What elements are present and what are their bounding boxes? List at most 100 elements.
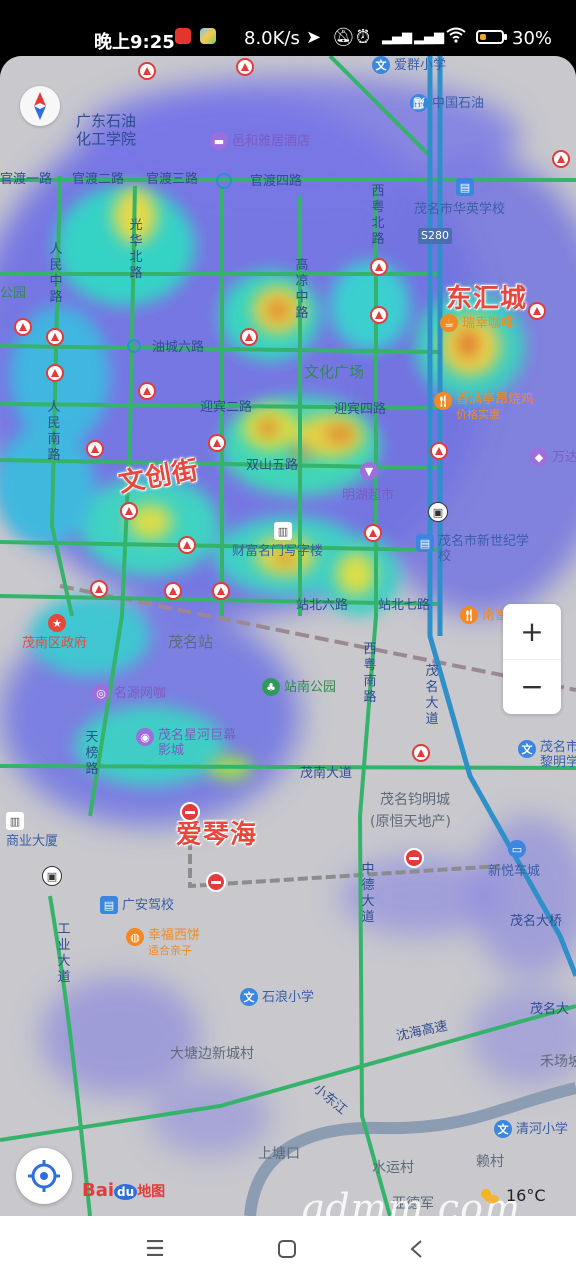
highway-shield: S280 [418, 228, 452, 244]
roadwork-icon[interactable] [430, 442, 448, 460]
poi-liming-school[interactable]: 文 茂名市黎明学 [518, 740, 576, 770]
government-icon: ★ [48, 614, 66, 632]
area-label: 公园 [0, 286, 27, 301]
poi-aigun-school[interactable]: 文 爱群小学 [372, 56, 446, 74]
cake-icon: ◍ [126, 928, 144, 946]
weather-widget[interactable]: 16°C [478, 1186, 546, 1205]
hotel-icon: ▬ [210, 132, 228, 150]
gamepad-icon: ◎ [92, 684, 110, 702]
poi-park[interactable]: ♣ 站南公园 [262, 678, 336, 696]
roadwork-icon[interactable] [552, 150, 570, 168]
school-icon: ▤ [416, 534, 434, 552]
roadwork-icon[interactable] [120, 502, 138, 520]
poi-label: (原恒天地产) [370, 814, 451, 830]
poi-label[interactable]: 明湖超市 [342, 488, 394, 504]
poi-label[interactable]: 茂名钧明城 [380, 792, 450, 808]
road-label: 中德大道 [361, 862, 375, 925]
area-label: 赖村 [476, 1154, 504, 1170]
hd-signal-icon: ▂▄▆ [382, 30, 412, 45]
area-label: 大塘边新城村 [170, 1046, 254, 1062]
poi-gov[interactable]: ★ 茂南区政府 [22, 614, 87, 651]
hotspot-label-donghui[interactable]: 东汇城 [446, 278, 527, 315]
back-icon[interactable] [402, 1234, 432, 1264]
no-entry-icon[interactable] [404, 848, 424, 868]
roadwork-icon[interactable] [14, 318, 32, 336]
restaurant-icon: 🍴︎ [434, 392, 452, 410]
compass-button[interactable] [20, 86, 60, 126]
poi-driving-school[interactable]: ▤ 广安驾校 [100, 896, 174, 914]
poi-century-school[interactable]: ▤ 茂名市新世纪学校 [416, 534, 534, 564]
poi-netcafe[interactable]: ◎ 名源网咖 [92, 684, 166, 702]
poi-office[interactable]: ▥ [274, 522, 292, 540]
home-icon[interactable] [272, 1234, 302, 1264]
roadwork-icon[interactable] [240, 328, 258, 346]
poi-minghu-mall[interactable]: ▼ [360, 462, 378, 480]
wifi-icon [446, 27, 466, 48]
roadwork-icon[interactable] [46, 364, 64, 382]
poi-label[interactable]: 茂名市华英学校 [414, 202, 505, 218]
area-label: 茂名站 [168, 633, 214, 651]
roadwork-icon[interactable] [178, 536, 196, 554]
road-label: 工业大道 [57, 922, 71, 985]
poi-sinopec[interactable]: ⛽︎ 中国石油 [410, 94, 484, 112]
poi-cinema[interactable]: ◉ 茂名星河巨幕影城 [136, 728, 244, 758]
building-icon: ▥ [274, 522, 292, 540]
poi-huaying-school[interactable]: ▤ [456, 178, 474, 196]
road-label: 光华北路 [129, 218, 143, 281]
area-label: 文化广场 [304, 363, 365, 381]
no-entry-icon[interactable] [180, 802, 200, 822]
poi-wanda[interactable]: ◆ 万达 [530, 448, 576, 466]
network-speed: 8.0K/s [244, 28, 300, 49]
road-label: 茂名大桥 [510, 914, 563, 929]
roadwork-icon[interactable] [164, 582, 182, 600]
school-icon: ▤ [456, 178, 474, 196]
battery-tip [504, 34, 507, 40]
mute-icon: 🔕︎ [332, 27, 355, 48]
roadwork-icon[interactable] [138, 62, 156, 80]
area-label: 水运村 [372, 1160, 414, 1176]
road-label: 官渡四路 [250, 174, 303, 189]
poi-label[interactable]: 新悦车城 [488, 864, 540, 880]
roadwork-icon[interactable] [370, 258, 388, 276]
roadwork-icon[interactable] [236, 58, 254, 76]
poi-nanyi[interactable]: 🍴︎ 南富 [460, 606, 508, 624]
zoom-out-button[interactable]: − [503, 659, 561, 714]
zoom-in-button[interactable]: + [503, 604, 561, 660]
roadwork-icon[interactable] [86, 440, 104, 458]
road-label: 迎宾四路 [334, 402, 387, 417]
hd-signal-icon: ▂▄▆ [414, 30, 444, 45]
roadwork-icon[interactable] [90, 580, 108, 598]
roadwork-icon[interactable] [208, 434, 226, 452]
roadwork-icon[interactable] [528, 302, 546, 320]
road-label: 茂南大道 [300, 766, 353, 781]
poi-business[interactable]: ▥ 商业大厦 [6, 812, 58, 849]
locate-button[interactable] [16, 1148, 72, 1204]
poi-bus-stop[interactable]: ▣ [428, 502, 448, 522]
roadwork-icon[interactable] [138, 382, 156, 400]
poi-qinghe-school[interactable]: 文 清河小学 [494, 1120, 568, 1138]
no-entry-icon[interactable] [206, 872, 226, 892]
road-label: 茂名大 [530, 1002, 570, 1017]
road-label: 官渡三路 [146, 172, 199, 187]
roadwork-icon[interactable] [370, 306, 388, 324]
poi-ruixing[interactable]: ☕︎ 瑞幸咖啡 [440, 314, 514, 332]
poi-bakery[interactable]: ◍ 幸福西饼 适合亲子 [126, 928, 200, 958]
road-label: 天榜路 [85, 730, 99, 777]
poi-car-city[interactable]: ▭ [508, 840, 526, 858]
poi-bus-stop[interactable]: ▣ [42, 866, 62, 886]
menu-icon[interactable]: ☰ [140, 1234, 170, 1264]
notification-game-icon [200, 28, 216, 44]
poi-hotel[interactable]: ▬ 邑和雅居酒店 [210, 132, 310, 150]
poi-label[interactable]: 财富名门写字楼 [232, 544, 323, 560]
poi-university[interactable]: 广东石油化工学院 [76, 112, 150, 148]
location-arrow-icon: ➤ [306, 27, 322, 48]
poi-shilang-school[interactable]: 文 石浪小学 [240, 988, 314, 1006]
roadwork-icon[interactable] [412, 744, 430, 762]
crosshair-icon [28, 1160, 60, 1192]
map-view[interactable]: 东汇城 文创街 爱琴海 官渡一路 官渡二路 官渡三路 官渡四路 西粤北路 光华北… [0, 56, 576, 1216]
roadwork-icon[interactable] [212, 582, 230, 600]
school-icon: 文 [240, 988, 258, 1006]
poi-xiangmanting[interactable]: 🍴︎ 香满亭昂烧鸡 价格实惠 [434, 392, 534, 422]
roadwork-icon[interactable] [46, 328, 64, 346]
roadwork-icon[interactable] [364, 524, 382, 542]
